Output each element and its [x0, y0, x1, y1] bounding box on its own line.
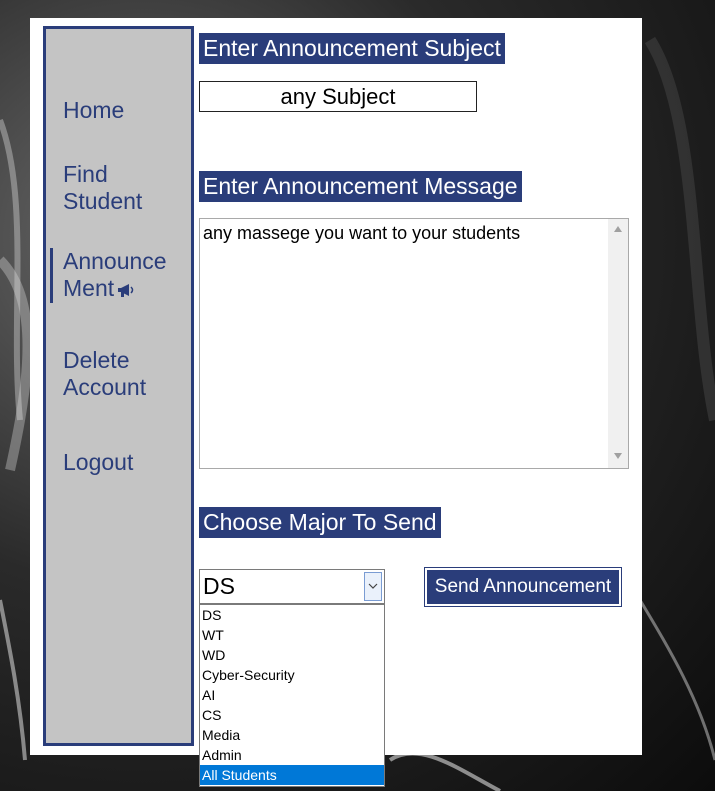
- sidebar-item-find-student[interactable]: Find Student: [63, 161, 142, 215]
- sidebar-item-label: Account: [63, 374, 147, 400]
- sidebar-item-label: Logout: [63, 449, 134, 475]
- sidebar-item-label: Ment: [63, 275, 115, 301]
- sidebar-item-home[interactable]: Home: [63, 97, 124, 124]
- major-option[interactable]: Admin: [200, 745, 384, 765]
- major-select-value: DS: [203, 573, 235, 599]
- sidebar-item-label: Find: [63, 161, 108, 187]
- chevron-down-icon[interactable]: [364, 572, 382, 601]
- major-option[interactable]: WD: [200, 645, 384, 665]
- send-announcement-button[interactable]: Send Announcement: [424, 567, 622, 607]
- major-option[interactable]: AI: [200, 685, 384, 705]
- sidebar-item-logout[interactable]: Logout: [63, 449, 133, 476]
- message-heading: Enter Announcement Message: [199, 171, 522, 202]
- subject-heading: Enter Announcement Subject: [199, 33, 505, 64]
- sidebar-item-label: Delete: [63, 347, 130, 373]
- message-text: any massege you want to your students: [203, 223, 521, 243]
- major-option[interactable]: DS: [200, 605, 384, 625]
- message-scrollbar[interactable]: [608, 219, 628, 468]
- megaphone-icon: [117, 276, 135, 303]
- major-select[interactable]: DS: [199, 569, 385, 604]
- message-textarea[interactable]: any massege you want to your students: [199, 218, 629, 469]
- scroll-up-arrow-icon[interactable]: [614, 226, 622, 232]
- major-option[interactable]: CS: [200, 705, 384, 725]
- scroll-down-arrow-icon[interactable]: [614, 453, 622, 459]
- major-dropdown-list: DS WT WD Cyber-Security AI CS Media Admi…: [199, 604, 385, 787]
- major-option-highlighted[interactable]: All Students: [200, 765, 384, 785]
- major-option[interactable]: Cyber-Security: [200, 665, 384, 685]
- subject-input[interactable]: [199, 81, 477, 112]
- sidebar-item-label: Announce: [63, 248, 167, 274]
- major-heading: Choose Major To Send: [199, 507, 441, 538]
- sidebar-item-label: Student: [63, 188, 143, 214]
- major-option[interactable]: WT: [200, 625, 384, 645]
- sidebar-item-announcement[interactable]: Announce Ment: [63, 248, 167, 303]
- sidebar-nav: Home Find Student Announce Ment Delete A…: [43, 26, 194, 746]
- sidebar-item-label: Home: [63, 97, 125, 123]
- active-indicator: [50, 248, 53, 303]
- major-option[interactable]: Media: [200, 725, 384, 745]
- sidebar-item-delete-account[interactable]: Delete Account: [63, 347, 146, 401]
